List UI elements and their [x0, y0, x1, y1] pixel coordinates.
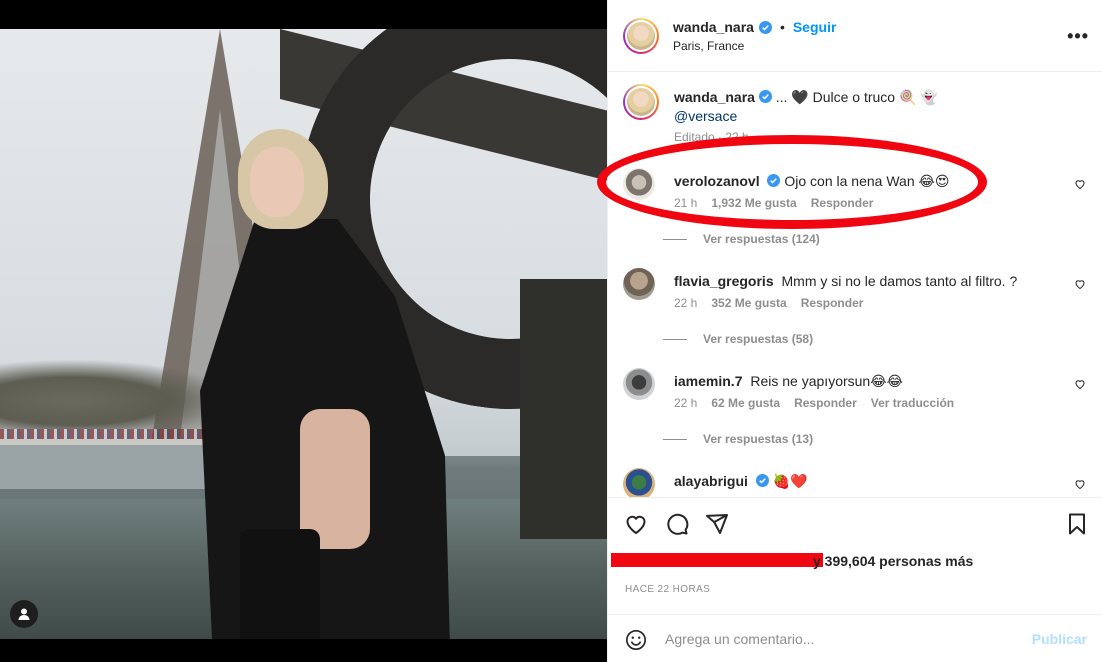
heart-icon[interactable] — [624, 512, 648, 536]
like-comment-heart-icon[interactable] — [1074, 478, 1086, 490]
reply-button[interactable]: Responder — [794, 396, 857, 410]
redaction-bar — [611, 553, 823, 567]
bookmark-icon[interactable] — [1065, 512, 1089, 536]
comment-username[interactable]: alayabrigui — [674, 473, 748, 489]
comment-item: iamemin.7 Reis ne yapıyorsun😂😂 22 h 62 M… — [623, 368, 1088, 438]
publish-button[interactable]: Publicar — [1032, 631, 1087, 647]
like-comment-heart-icon[interactable] — [1074, 178, 1086, 190]
comment-item: flavia_gregoris Mmm y si no le damos tan… — [623, 268, 1088, 338]
verified-badge-icon — [767, 174, 781, 187]
post-header: wanda_nara • Seguir Paris, France ••• — [608, 0, 1102, 72]
comment-text: 🍓❤️ — [772, 473, 808, 489]
add-comment-bar: Publicar — [608, 614, 1102, 662]
comment-likes[interactable]: 1,932 Me gusta — [711, 196, 796, 210]
comment-text: Mmm y si no le damos tanto al filtro. ? — [781, 273, 1018, 289]
comment-avatar[interactable] — [623, 468, 655, 497]
reply-button[interactable]: Responder — [811, 196, 874, 210]
caption-username[interactable]: wanda_nara — [674, 89, 755, 105]
verified-badge-icon — [758, 90, 772, 103]
verified-badge-icon — [755, 474, 769, 487]
comment-icon[interactable] — [665, 512, 689, 536]
emoji-icon[interactable] — [625, 629, 647, 651]
post-side-panel: wanda_nara • Seguir Paris, France ••• wa… — [607, 0, 1102, 662]
post-actions-bar — [608, 497, 1102, 549]
like-comment-heart-icon[interactable] — [1074, 278, 1086, 290]
view-replies[interactable]: Ver respuestas (124) — [663, 232, 820, 246]
comment-input[interactable] — [665, 627, 1025, 651]
post-photo[interactable] — [0, 29, 607, 639]
caption-text: ... 🖤 Dulce o truco 🍭 👻 — [775, 89, 938, 105]
comment-avatar[interactable] — [623, 168, 655, 200]
translate-button[interactable]: Ver traducción — [871, 396, 954, 410]
comments-list[interactable]: wanda_nara ... 🖤 Dulce o truco 🍭 👻 @vers… — [608, 72, 1102, 497]
author-avatar[interactable] — [623, 18, 659, 54]
reply-button[interactable]: Responder — [801, 296, 864, 310]
comment-item: verolozanovl Ojo con la nena Wan 😂😍 21 h… — [623, 168, 1088, 238]
comment-text: Ojo con la nena Wan 😂😍 — [784, 173, 950, 189]
comment-time[interactable]: 21 h — [674, 196, 697, 210]
post-media-pane — [0, 0, 607, 662]
more-options-icon[interactable]: ••• — [1067, 26, 1089, 47]
author-username[interactable]: wanda_nara — [673, 19, 754, 35]
comment-time[interactable]: 22 h — [674, 396, 697, 410]
post-location[interactable]: Paris, France — [673, 39, 744, 53]
comment-likes[interactable]: 352 Me gusta — [711, 296, 786, 310]
comment-username[interactable]: flavia_gregoris — [674, 273, 774, 289]
caption-avatar[interactable] — [623, 84, 659, 120]
verified-badge-icon — [758, 20, 772, 34]
comment-username[interactable]: iamemin.7 — [674, 373, 742, 389]
comment-item: alayabrigui 🍓❤️ — [623, 468, 1088, 497]
share-icon[interactable] — [705, 512, 729, 536]
comment-time[interactable]: 22 h — [674, 296, 697, 310]
caption-edited-time: Editado · 22 h — [674, 130, 749, 144]
comment-avatar[interactable] — [623, 368, 655, 400]
comment-username[interactable]: verolozanovl — [674, 173, 760, 189]
caption-mention[interactable]: @versace — [674, 108, 737, 124]
comment-text: Reis ne yapıyorsun😂😂 — [750, 373, 903, 389]
boat — [0, 439, 230, 489]
tagged-users-button[interactable] — [10, 600, 38, 628]
comment-likes[interactable]: 62 Me gusta — [711, 396, 780, 410]
user-icon — [18, 608, 30, 620]
likes-count[interactable]: y 399,604 personas más — [813, 553, 973, 569]
comment-avatar[interactable] — [623, 268, 655, 300]
view-replies[interactable]: Ver respuestas (58) — [663, 332, 813, 346]
view-replies[interactable]: Ver respuestas (13) — [663, 432, 813, 446]
follow-button[interactable]: Seguir — [793, 19, 837, 35]
like-comment-heart-icon[interactable] — [1074, 378, 1086, 390]
post-timestamp[interactable]: HACE 22 HORAS — [625, 584, 710, 595]
